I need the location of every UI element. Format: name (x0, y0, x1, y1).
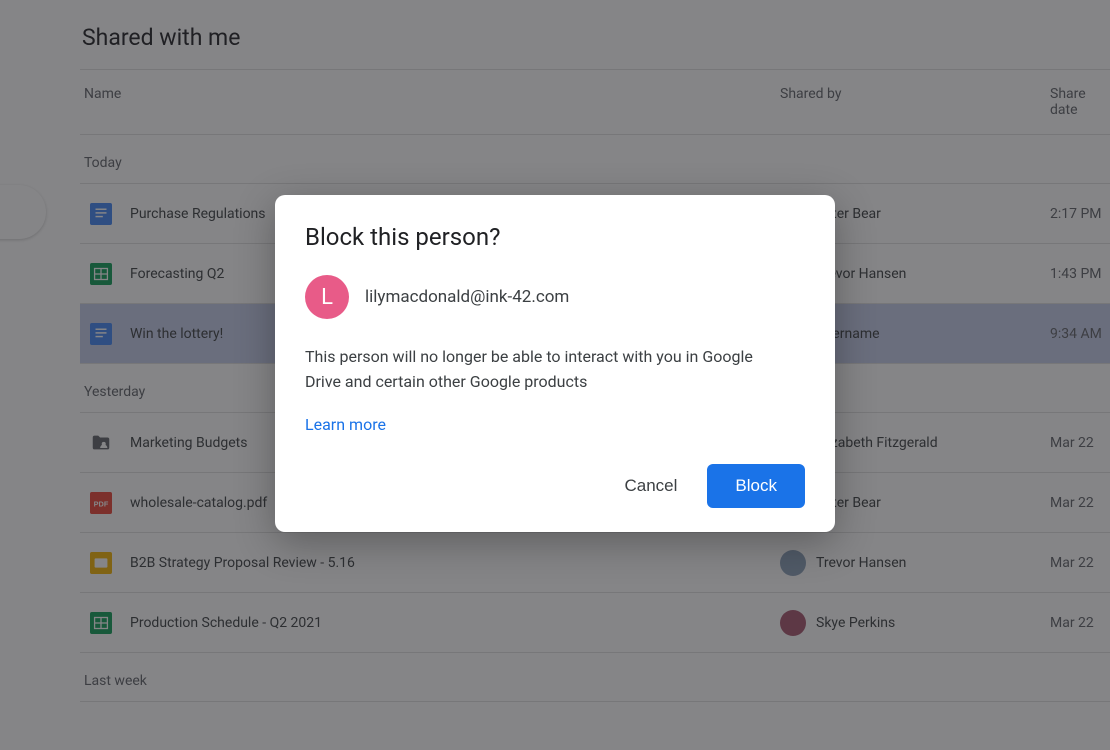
learn-more-link[interactable]: Learn more (305, 415, 386, 434)
block-person-dialog: Block this person? L lilymacdonald@ink-4… (275, 195, 835, 532)
dialog-title: Block this person? (305, 223, 805, 251)
cancel-button[interactable]: Cancel (619, 466, 684, 506)
dialog-body: This person will no longer be able to in… (305, 345, 765, 395)
block-button[interactable]: Block (707, 464, 805, 508)
dialog-actions: Cancel Block (305, 464, 805, 508)
person-row: L lilymacdonald@ink-42.com (305, 275, 805, 319)
avatar: L (305, 275, 349, 319)
modal-scrim[interactable]: Block this person? L lilymacdonald@ink-4… (0, 0, 1110, 750)
person-email: lilymacdonald@ink-42.com (365, 287, 569, 307)
